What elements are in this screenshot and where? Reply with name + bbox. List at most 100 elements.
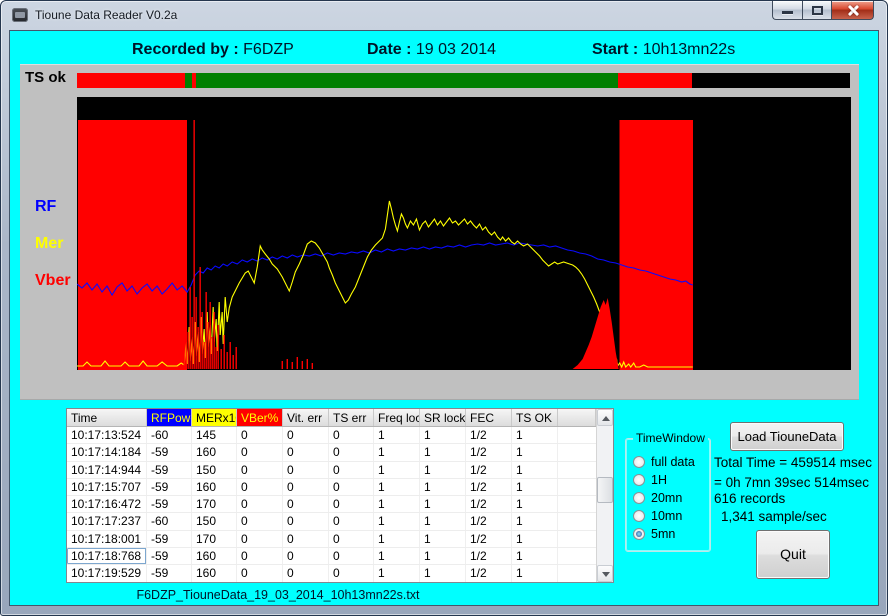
table-cell[interactable]: 0 [237, 496, 283, 512]
table-cell[interactable]: 1 [512, 565, 558, 581]
table-cell[interactable]: 10:17:15:707 [67, 479, 147, 495]
table-cell[interactable]: 0 [329, 479, 374, 495]
table-row[interactable]: 10:17:16:472-59170000111/21 [67, 496, 596, 513]
quit-button[interactable]: Quit [756, 530, 830, 579]
table-cell[interactable]: -60 [147, 427, 192, 443]
table-row[interactable]: 10:17:18:001-59170000111/21 [67, 531, 596, 548]
table-cell[interactable]: 10:17:14:944 [67, 462, 147, 478]
table-cell[interactable]: 160 [192, 565, 237, 581]
table-header-cell[interactable]: Vit. err [283, 409, 329, 426]
radio-circle-icon[interactable] [633, 474, 645, 486]
table-cell[interactable]: 0 [329, 427, 374, 443]
table-cell[interactable]: 0 [329, 496, 374, 512]
table-cell[interactable]: 0 [283, 548, 329, 564]
table-row[interactable]: 10:17:17:237-60150000111/21 [67, 513, 596, 530]
table-cell[interactable]: -59 [147, 496, 192, 512]
table-cell[interactable]: 1 [512, 427, 558, 443]
table-cell[interactable]: 1/2 [466, 565, 512, 581]
table-cell[interactable]: 1 [420, 513, 466, 529]
table-cell[interactable]: 10:17:18:768 [67, 548, 147, 564]
table-cell[interactable]: 1/2 [466, 548, 512, 564]
scroll-down-button[interactable] [597, 565, 613, 582]
table-cell[interactable]: 150 [192, 513, 237, 529]
table-cell[interactable]: 0 [283, 444, 329, 460]
radio-circle-icon[interactable] [633, 456, 645, 468]
table-cell[interactable]: 1 [512, 444, 558, 460]
table-cell[interactable]: 0 [283, 513, 329, 529]
table-cell[interactable]: -60 [147, 513, 192, 529]
table-cell[interactable]: 0 [283, 427, 329, 443]
table-cell[interactable]: -59 [147, 531, 192, 547]
table-cell[interactable]: 0 [329, 548, 374, 564]
table-cell[interactable]: 10:17:19:529 [67, 565, 147, 581]
table-cell[interactable]: 170 [192, 496, 237, 512]
table-cell[interactable]: 0 [329, 531, 374, 547]
radio-option-full-data[interactable]: full data [633, 453, 695, 471]
table-cell[interactable]: 0 [329, 462, 374, 478]
table-header-cell[interactable]: VBer% [237, 409, 283, 426]
table-header-cell[interactable]: RFPower [147, 409, 192, 426]
table-cell[interactable]: 0 [283, 565, 329, 581]
table-header-cell[interactable]: MERx10 [192, 409, 237, 426]
table-cell[interactable]: 1 [374, 548, 420, 564]
table-cell[interactable]: 1 [420, 462, 466, 478]
table-row[interactable]: 10:17:14:944-59150000111/21 [67, 462, 596, 479]
table-cell[interactable]: 1/2 [466, 531, 512, 547]
table-cell[interactable]: 1/2 [466, 496, 512, 512]
table-cell[interactable]: -59 [147, 548, 192, 564]
table-cell[interactable]: 160 [192, 444, 237, 460]
table-row[interactable]: 10:17:15:707-59160000111/21 [67, 479, 596, 496]
table-cell[interactable]: 1/2 [466, 513, 512, 529]
radio-option-10mn[interactable]: 10mn [633, 507, 695, 525]
radio-circle-icon[interactable] [633, 510, 645, 522]
table-header-cell[interactable]: Time [67, 409, 147, 426]
table-cell[interactable]: 1/2 [466, 462, 512, 478]
table-cell[interactable]: 0 [237, 462, 283, 478]
table-cell[interactable]: 0 [283, 462, 329, 478]
table-cell[interactable]: 10:17:13:524 [67, 427, 147, 443]
table-cell[interactable]: 1 [374, 444, 420, 460]
table-cell[interactable]: 145 [192, 427, 237, 443]
scroll-up-button[interactable] [597, 409, 613, 426]
table-cell[interactable]: 0 [329, 513, 374, 529]
radio-option-1h[interactable]: 1H [633, 471, 695, 489]
table-header-cell[interactable]: SR lock [420, 409, 466, 426]
table-cell[interactable]: 0 [237, 565, 283, 581]
maximize-button[interactable] [802, 1, 832, 20]
table-header-cell[interactable]: Freq lock [374, 409, 420, 426]
table-cell[interactable]: 0 [237, 513, 283, 529]
table-cell[interactable]: 1 [420, 531, 466, 547]
table-cell[interactable]: 1 [374, 531, 420, 547]
table-cell[interactable]: 160 [192, 548, 237, 564]
table-cell[interactable]: 0 [237, 427, 283, 443]
titlebar[interactable]: Tioune Data Reader V0.2a [1, 1, 887, 30]
table-cell[interactable]: 1 [374, 427, 420, 443]
table-cell[interactable]: 0 [237, 444, 283, 460]
table-cell[interactable]: 10:17:18:001 [67, 531, 147, 547]
table-cell[interactable]: 1 [512, 531, 558, 547]
table-cell[interactable]: 10:17:17:237 [67, 513, 147, 529]
table-cell[interactable]: 160 [192, 479, 237, 495]
table-cell[interactable]: 1 [512, 548, 558, 564]
table-row[interactable]: 10:17:18:768-59160000111/21 [67, 548, 596, 565]
table-cell[interactable]: 0 [283, 496, 329, 512]
table-cell[interactable]: 0 [237, 479, 283, 495]
table-cell[interactable]: 1 [374, 513, 420, 529]
table-header-cell[interactable]: TS OK [512, 409, 558, 426]
close-button[interactable] [832, 1, 874, 20]
table-cell[interactable]: 1 [420, 548, 466, 564]
table-cell[interactable]: 0 [283, 479, 329, 495]
table-vertical-scrollbar[interactable] [596, 409, 613, 582]
table-cell[interactable]: 0 [329, 565, 374, 581]
table-cell[interactable]: 1 [374, 565, 420, 581]
table-cell[interactable]: 1 [420, 496, 466, 512]
minimize-button[interactable] [772, 1, 802, 20]
table-cell[interactable]: 1/2 [466, 427, 512, 443]
table-cell[interactable]: 170 [192, 531, 237, 547]
table-row[interactable]: 10:17:19:529-59160000111/21 [67, 565, 596, 582]
table-cell[interactable]: 1 [420, 565, 466, 581]
table-cell[interactable]: 1 [374, 479, 420, 495]
table-header-cell[interactable]: TS err [329, 409, 374, 426]
table-cell[interactable]: 1 [420, 479, 466, 495]
table-cell[interactable]: 1 [374, 462, 420, 478]
